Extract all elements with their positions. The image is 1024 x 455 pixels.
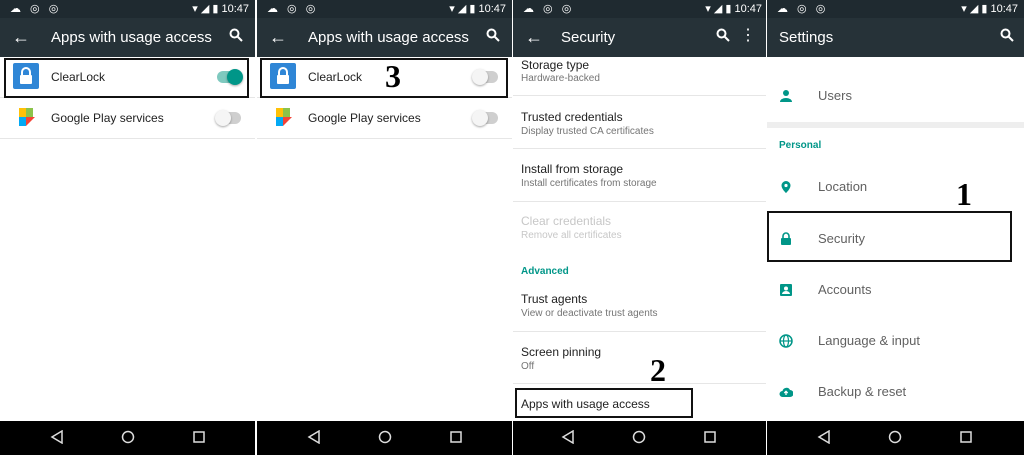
list-item-storage-type[interactable]: Storage type Hardware-backed: [513, 57, 768, 96]
toolbar: ← Security ⋮: [513, 18, 768, 57]
status-right: ▾ ◢ ▮ 10:47: [449, 2, 506, 15]
nav-home-icon[interactable]: [632, 430, 646, 444]
list-item-google-play-services[interactable]: Google Play services: [257, 98, 512, 139]
list-item-screen-pinning[interactable]: Screen pinning Off: [513, 332, 768, 384]
signal-icon: ◢: [200, 3, 210, 15]
nav-back-icon[interactable]: [561, 430, 575, 444]
signal-icon: ◢: [457, 3, 467, 15]
clock: 10:47: [990, 3, 1018, 15]
status-right: ▾ ◢ ▮ 10:47: [192, 2, 249, 15]
back-arrow-icon[interactable]: ←: [269, 27, 287, 47]
list-item-google-play-services[interactable]: Google Play services: [0, 98, 255, 139]
more-options-icon[interactable]: ⋮: [740, 28, 756, 44]
screen-settings: ☁ ◎ ◎ ▾ ◢ ▮ 10:47 Settings Users Persona…: [767, 0, 1024, 455]
status-right: ▾ ◢ ▮ 10:47: [961, 2, 1018, 15]
battery-icon: ▮: [469, 3, 476, 15]
back-arrow-icon[interactable]: ←: [12, 27, 30, 47]
google-play-services-icon: [19, 108, 35, 126]
account-box-icon: [780, 284, 792, 296]
nav-bar: [513, 421, 768, 455]
wifi-icon: ▾: [705, 3, 711, 15]
settings-item-users[interactable]: Users: [767, 71, 1024, 121]
settings-item-backup-reset[interactable]: Backup & reset: [767, 367, 1024, 417]
screen-usage-access-disabled: ☁ ◎ ◎ ▾ ◢ ▮ 10:47 ← Apps with usage acce…: [257, 0, 512, 455]
location-icon: [781, 181, 791, 193]
status-bar: ☁ ◎ ◎ ▾ ◢ ▮ 10:47: [513, 0, 768, 18]
cloud-upload-icon: [779, 387, 793, 397]
search-icon[interactable]: [486, 28, 500, 42]
settings-item-accounts[interactable]: Accounts: [767, 265, 1024, 315]
highlight-box: [4, 58, 249, 98]
status-right: ▾ ◢ ▮ 10:47: [705, 2, 762, 15]
step-number: 2: [650, 352, 666, 388]
person-icon: [780, 90, 792, 102]
clock: 10:47: [734, 3, 762, 15]
battery-icon: ▮: [212, 3, 219, 15]
clock: 10:47: [221, 3, 249, 15]
search-icon[interactable]: [1000, 28, 1014, 42]
wifi-icon: ▾: [961, 3, 967, 15]
highlight-box: [515, 388, 693, 418]
nav-recents-icon[interactable]: [959, 430, 973, 444]
google-play-services-toggle[interactable]: [472, 110, 498, 126]
battery-icon: ▮: [981, 3, 988, 15]
screen-usage-access-enabled: ☁ ◎ ◎ ▾ ◢ ▮ 10:47 ← Apps with usage acce…: [0, 0, 255, 455]
notification-icons: ☁ ◎ ◎: [523, 3, 575, 15]
status-bar: ☁ ◎ ◎ ▾ ◢ ▮ 10:47: [0, 0, 255, 18]
toolbar: ← Apps with usage access: [0, 18, 255, 57]
screen-security: ☁ ◎ ◎ ▾ ◢ ▮ 10:47 ← Security ⋮ Storage t…: [513, 0, 768, 455]
list-item-install-from-storage[interactable]: Install from storage Install certificate…: [513, 149, 768, 202]
page-title: Apps with usage access: [51, 29, 212, 46]
app-label: Google Play services: [308, 111, 421, 125]
list-item-clear-credentials: Clear credentials Remove all certificate…: [521, 214, 622, 241]
nav-recents-icon[interactable]: [703, 430, 717, 444]
wifi-icon: ▾: [449, 3, 455, 15]
clock: 10:47: [478, 3, 506, 15]
highlight-box: [767, 211, 1012, 262]
app-label: Google Play services: [51, 111, 164, 125]
nav-back-icon[interactable]: [50, 430, 64, 444]
step-number: 1: [956, 176, 972, 212]
status-bar: ☁ ◎ ◎ ▾ ◢ ▮ 10:47: [767, 0, 1024, 18]
status-bar: ☁ ◎ ◎ ▾ ◢ ▮ 10:47: [257, 0, 512, 18]
notification-icons: ☁ ◎ ◎: [10, 3, 62, 15]
step-number: 3: [385, 58, 401, 94]
nav-bar: [257, 421, 512, 455]
signal-icon: ◢: [969, 3, 979, 15]
section-header-personal: Personal: [779, 140, 822, 151]
search-icon[interactable]: [229, 28, 243, 42]
page-title: Apps with usage access: [308, 29, 469, 46]
battery-icon: ▮: [725, 3, 732, 15]
page-title: Security: [561, 29, 616, 46]
nav-bar: [767, 421, 1024, 455]
page-title: Settings: [779, 29, 834, 46]
wifi-icon: ▾: [192, 3, 198, 15]
nav-back-icon[interactable]: [817, 430, 831, 444]
notification-icons: ☁ ◎ ◎: [777, 3, 829, 15]
settings-item-location[interactable]: Location: [767, 162, 1024, 212]
highlight-box: [260, 58, 508, 98]
google-play-services-toggle[interactable]: [215, 110, 241, 126]
google-play-services-icon: [276, 108, 292, 126]
notification-icons: ☁ ◎ ◎: [267, 3, 319, 15]
back-arrow-icon[interactable]: ←: [525, 27, 543, 47]
nav-recents-icon[interactable]: [192, 430, 206, 444]
list-item-trusted-credentials[interactable]: Trusted credentials Display trusted CA c…: [513, 96, 768, 149]
nav-recents-icon[interactable]: [449, 430, 463, 444]
section-divider: [767, 122, 1024, 128]
nav-bar: [0, 421, 255, 455]
signal-icon: ◢: [713, 3, 723, 15]
list-item-trust-agents[interactable]: Trust agents View or deactivate trust ag…: [513, 280, 768, 332]
nav-back-icon[interactable]: [307, 430, 321, 444]
toolbar: ← Apps with usage access: [257, 18, 512, 57]
nav-home-icon[interactable]: [888, 430, 902, 444]
search-icon[interactable]: [716, 28, 730, 42]
section-header-advanced: Advanced: [521, 266, 569, 277]
globe-icon: [779, 334, 793, 348]
nav-home-icon[interactable]: [121, 430, 135, 444]
settings-item-language-input[interactable]: Language & input: [767, 316, 1024, 366]
nav-home-icon[interactable]: [378, 430, 392, 444]
toolbar: Settings: [767, 18, 1024, 57]
